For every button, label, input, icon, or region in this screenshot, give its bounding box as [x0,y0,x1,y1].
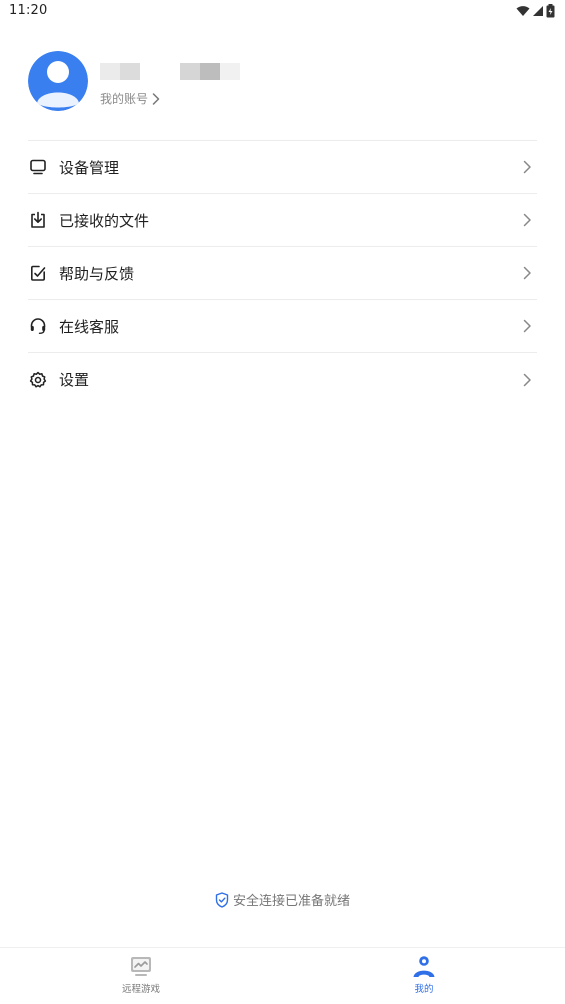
tab-label: 我的 [414,984,434,995]
avatar[interactable] [28,51,88,111]
feedback-icon [28,263,48,283]
profile-header[interactable]: 我的账号 [28,51,538,113]
chevron-right-icon [152,92,160,105]
remote-game-icon [131,957,151,976]
chevron-right-icon [523,373,531,386]
username-redacted [100,63,240,81]
status-icons [516,4,555,18]
status-time: 11:20 [9,3,48,18]
menu-item-label: 设置 [59,371,90,389]
monitor-icon [28,157,48,177]
wifi-icon [516,6,530,16]
default-avatar-icon [28,51,88,111]
gear-icon [28,370,48,390]
tab-remote-games[interactable]: 远程游戏 [101,954,181,995]
menu-item-online-support[interactable]: 在线客服 [28,300,537,353]
chevron-right-icon [523,160,531,174]
menu-item-received-files[interactable]: 已接收的文件 [28,194,537,247]
secure-connection-text: 安全连接已准备就绪 [232,894,350,909]
menu-item-label: 帮助与反馈 [59,264,135,283]
chevron-right-icon [523,266,531,280]
menu-list: 设备管理 已接收的文件 帮助与反馈 在线客服 设置 [28,140,537,406]
cell-signal-icon [533,6,543,16]
tab-label: 远程游戏 [121,984,160,995]
status-bar: 11:20 [0,0,565,24]
chevron-right-icon [523,213,531,227]
menu-item-label: 设备管理 [59,158,120,177]
battery-icon [546,4,555,18]
profile-icon [413,956,435,977]
my-account-link[interactable]: 我的账号 [100,90,160,107]
download-icon [28,210,48,230]
tab-mine[interactable]: 我的 [384,954,464,995]
secure-connection-status: 安全连接已准备就绪 [0,890,565,909]
headset-icon [28,316,48,336]
menu-item-device-management[interactable]: 设备管理 [28,141,537,194]
menu-item-label: 在线客服 [59,317,120,336]
chevron-right-icon [523,319,531,333]
menu-item-label: 已接收的文件 [59,211,150,230]
menu-item-help-feedback[interactable]: 帮助与反馈 [28,247,537,300]
my-account-label: 我的账号 [100,92,149,106]
bottom-nav: 远程游戏 我的 [0,947,565,1004]
shield-check-icon [215,891,229,908]
menu-item-settings[interactable]: 设置 [28,353,537,406]
